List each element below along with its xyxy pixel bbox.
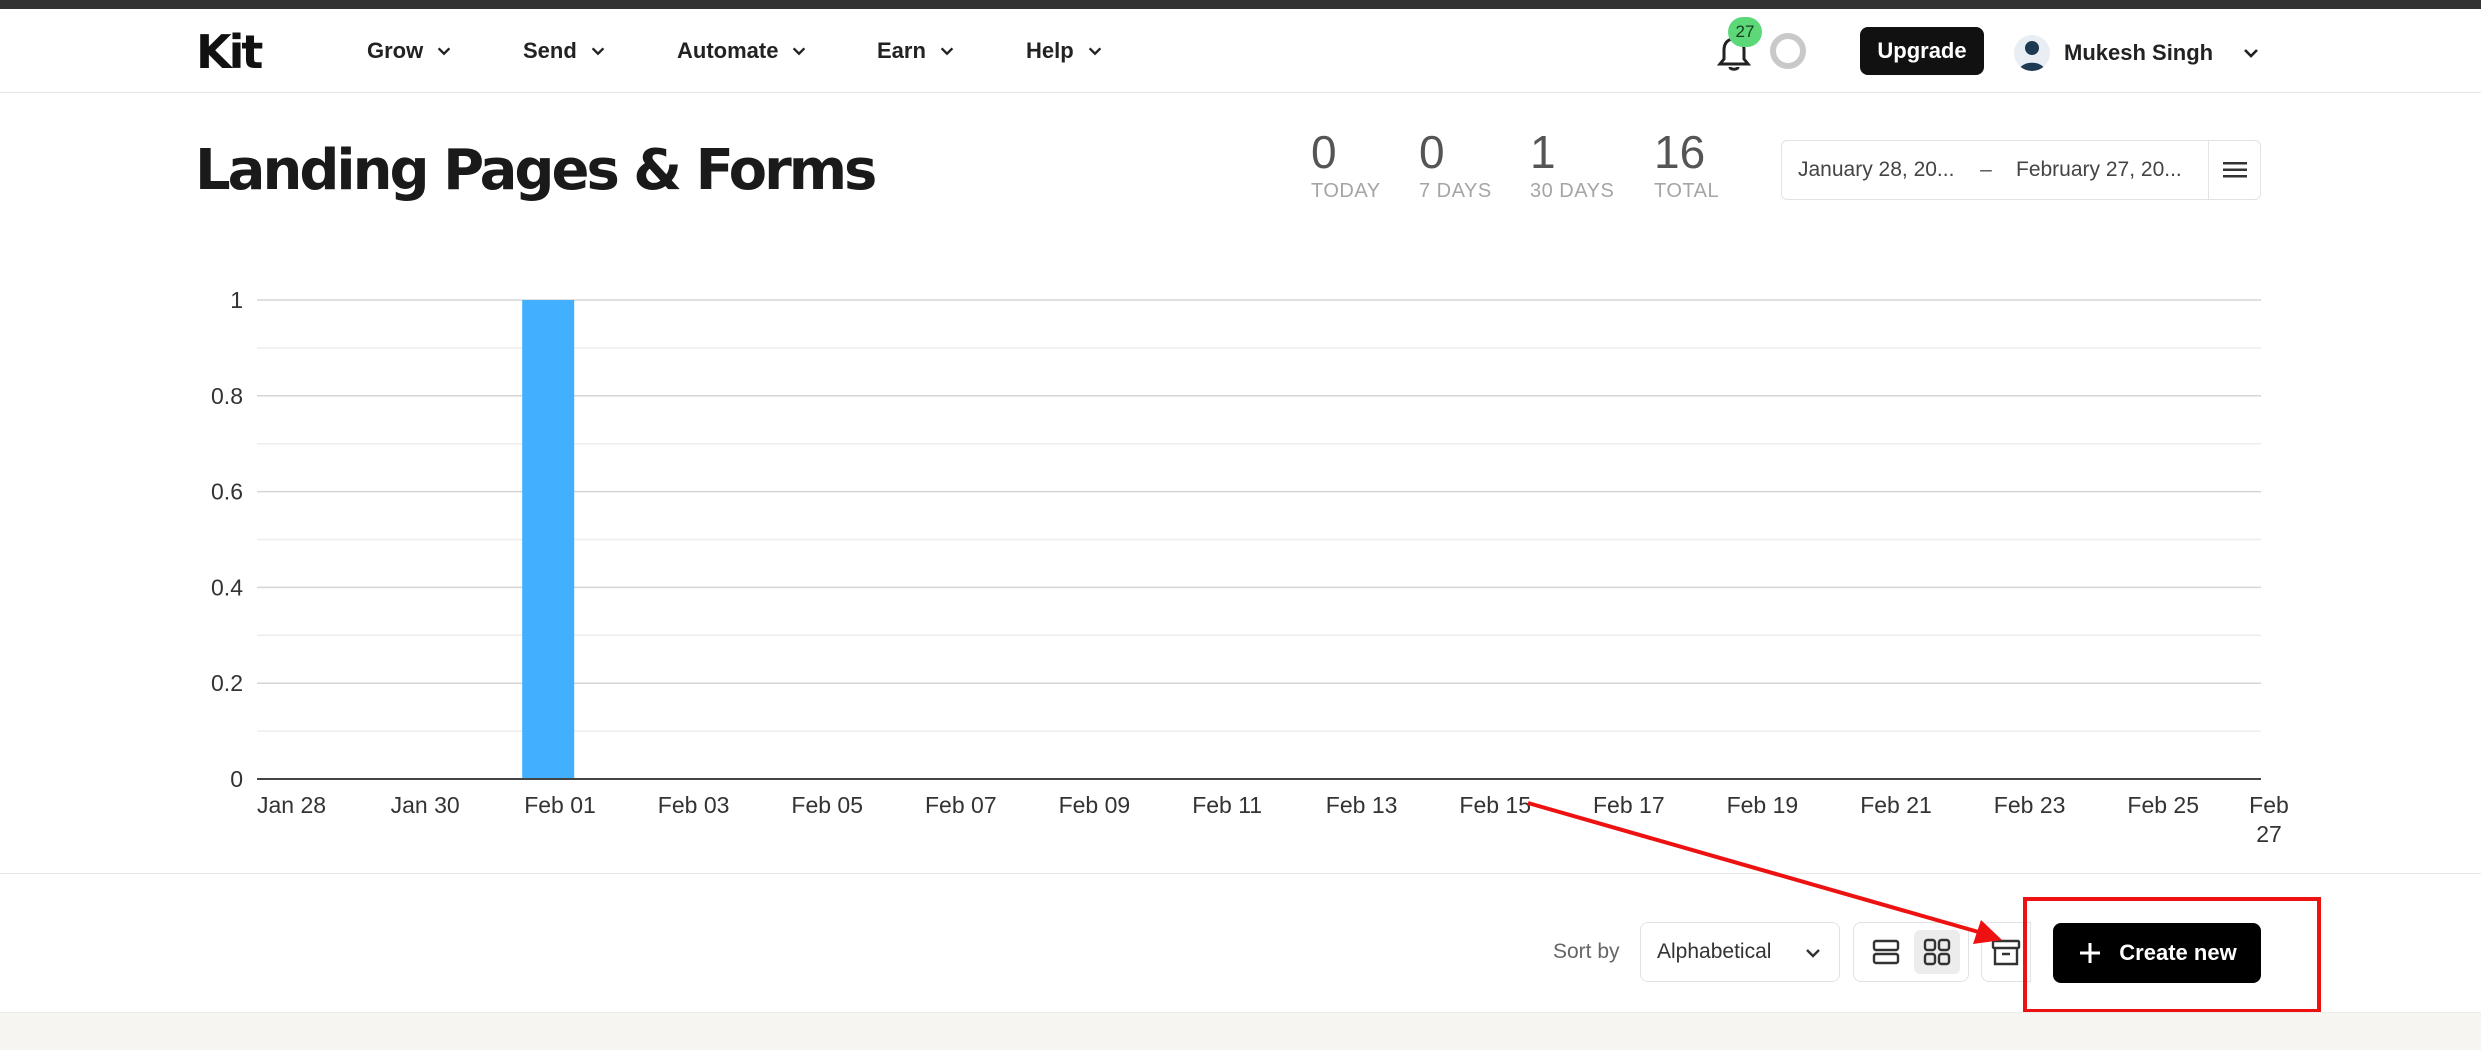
x-tick-label: Jan 30 <box>391 792 460 818</box>
chevron-down-icon <box>2244 49 2259 58</box>
nav-earn-label: Earn <box>877 38 926 63</box>
content-area <box>0 1012 2481 1050</box>
stat-30-days: 1 30 DAYS <box>1530 122 1614 203</box>
y-tick-label: 0.2 <box>211 670 243 696</box>
x-tick-label: Feb 05 <box>791 792 863 818</box>
sort-value: Alphabetical <box>1657 940 1772 963</box>
user-name: Mukesh Singh <box>2064 40 2214 65</box>
chevron-down-icon <box>1806 949 1820 958</box>
list-view-icon <box>1872 939 1899 965</box>
upgrade-button[interactable]: Upgrade <box>1860 27 1984 75</box>
nav-send-label: Send <box>523 38 577 63</box>
stat-today: 0 TODAY <box>1311 122 1381 203</box>
x-tick-label: Feb 21 <box>1860 792 1932 818</box>
chevron-down-icon <box>1088 47 1101 56</box>
page-title: Landing Pages & Forms <box>195 138 877 203</box>
x-tick-label: Feb 23 <box>1994 792 2066 818</box>
sort-label: Sort by <box>1553 940 1620 963</box>
user-menu[interactable]: Mukesh Singh <box>2014 31 2261 75</box>
x-tick-label: Feb 25 <box>2127 792 2199 818</box>
x-tick-label: Feb 15 <box>1459 792 1531 818</box>
top-strip <box>0 0 2481 9</box>
nav-send[interactable]: Send <box>523 35 607 67</box>
notification-badge: 27 <box>1728 17 1762 47</box>
x-tick-label: Feb 13 <box>1326 792 1398 818</box>
avatar <box>2014 35 2050 71</box>
x-tick-label: Feb 01 <box>524 792 596 818</box>
y-tick-label: 1 <box>230 287 243 313</box>
y-tick-label: 0 <box>230 766 243 792</box>
stat-value: 0 <box>1311 126 1337 178</box>
x-tick-label: Feb 07 <box>925 792 997 818</box>
section-divider <box>0 873 2481 874</box>
date-range-start[interactable]: January 28, 20... <box>1782 158 1968 182</box>
y-tick-label: 0.4 <box>211 574 243 600</box>
stat-label: TOTAL <box>1654 180 1720 202</box>
nav-automate-label: Automate <box>677 38 779 63</box>
x-tick-label: Feb 03 <box>658 792 730 818</box>
grid-view-button[interactable] <box>1913 930 1960 974</box>
x-tick-label: Feb <box>2249 792 2289 818</box>
stat-value: 0 <box>1419 126 1445 178</box>
archive-icon <box>1991 939 2021 966</box>
sort-select[interactable]: Alphabetical <box>1640 922 1840 982</box>
kit-logo[interactable]: Kit <box>196 29 263 75</box>
date-range-picker[interactable]: January 28, 20... – February 27, 20... <box>1781 140 2261 200</box>
stat-value: 16 <box>1654 126 1706 178</box>
stat-value: 1 <box>1530 126 1556 178</box>
view-toggle <box>1853 922 1969 982</box>
nav-grow-label: Grow <box>367 38 424 63</box>
list-view-button[interactable] <box>1863 930 1909 974</box>
x-tick-label: 27 <box>2256 821 2282 847</box>
menu-button[interactable] <box>2208 141 2260 199</box>
grid-view-icon <box>1923 938 1950 966</box>
stat-total: 16 TOTAL <box>1654 122 1719 203</box>
date-range-separator: – <box>1980 158 1992 181</box>
nav-help-label: Help <box>1026 38 1074 63</box>
hamburger-icon <box>2222 162 2247 178</box>
x-tick-label: Feb 17 <box>1593 792 1665 818</box>
x-tick-label: Jan 28 <box>257 792 326 818</box>
x-tick-label: Feb 11 <box>1192 792 1262 818</box>
chevron-down-icon <box>591 47 605 56</box>
chevron-down-icon <box>438 47 451 56</box>
nav-earn[interactable]: Earn <box>877 35 956 67</box>
nav-grow[interactable]: Grow <box>367 35 453 67</box>
nav-automate[interactable]: Automate <box>677 35 808 67</box>
chevron-down-icon <box>793 47 806 56</box>
chart-bar <box>522 300 575 779</box>
annotation-highlight-box <box>2023 897 2321 1013</box>
stat-7-days: 0 7 DAYS <box>1419 122 1492 203</box>
top-navigation: Kit Grow Send Automate Earn Help 27 Upgr… <box>0 9 2481 93</box>
views-chart: 0 0.2 0.4 0.6 0.8 1 Jan 28 Jan 30 Feb 01 Feb 03 Fe… <box>211 287 2289 847</box>
x-tick-label: Feb 09 <box>1059 792 1131 818</box>
stat-label: 30 DAYS <box>1530 180 1615 202</box>
loading-ring-icon <box>1770 33 1806 69</box>
y-tick-label: 0.8 <box>211 383 243 409</box>
date-range-end[interactable]: February 27, 20... <box>2004 158 2200 182</box>
chevron-down-icon <box>940 47 954 56</box>
stat-label: 7 DAYS <box>1419 180 1492 202</box>
x-tick-label: Feb 19 <box>1727 792 1799 818</box>
stat-label: TODAY <box>1311 180 1381 202</box>
nav-help[interactable]: Help <box>1026 35 1104 67</box>
y-tick-label: 0.6 <box>211 479 243 505</box>
user-icon <box>2019 41 2045 71</box>
